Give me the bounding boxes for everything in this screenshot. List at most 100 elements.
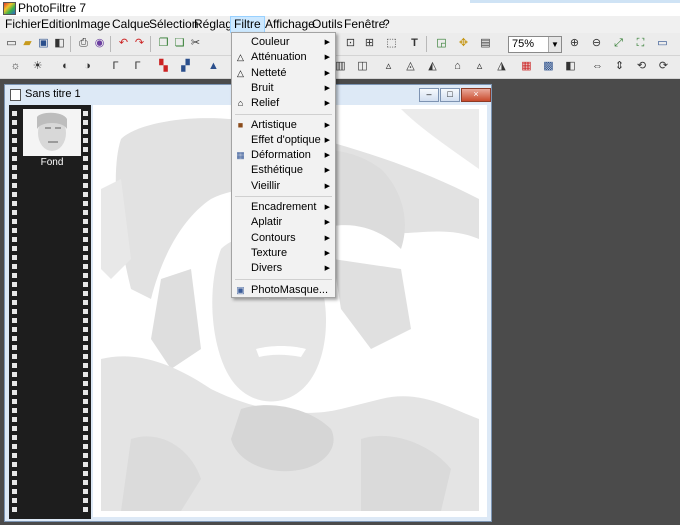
sharpen-icon[interactable]: ◭: [425, 59, 440, 74]
filter-menu-item-bruit[interactable]: Bruit ▶: [232, 81, 335, 96]
film-perforation: [83, 417, 88, 422]
film-perforation: [83, 507, 88, 512]
film-perforation: [83, 354, 88, 359]
text-tool-icon[interactable]: T: [407, 36, 422, 51]
emboss-icon[interactable]: ▵: [472, 59, 487, 74]
filter-menu-item-d-formation[interactable]: ▦ Déformation ▶: [232, 148, 335, 163]
film-perforation: [12, 246, 17, 251]
filter-menu-item-encadrement[interactable]: Encadrement ▶: [232, 200, 335, 215]
filter-menu-item-label: Atténuation: [251, 51, 307, 64]
zoom-in-icon[interactable]: ⊕: [567, 36, 582, 51]
submenu-arrow-icon: ▶: [324, 167, 330, 175]
filter-menu-item-aplatir[interactable]: Aplatir ▶: [232, 215, 335, 230]
layer-thumbnail[interactable]: [23, 109, 81, 156]
film-perforation: [12, 507, 17, 512]
film-perforation: [12, 273, 17, 278]
fullscreen-icon[interactable]: ▭: [655, 36, 670, 51]
filter-menu-item-couleur[interactable]: Couleur ▶: [232, 35, 335, 50]
brightness-plus-icon[interactable]: ☼: [8, 59, 23, 74]
contrast-minus-icon[interactable]: ◑: [80, 59, 95, 74]
blur-icon[interactable]: ▵: [381, 59, 396, 74]
paste-icon[interactable]: ❏: [172, 36, 187, 51]
filter-menu-item-texture[interactable]: Texture ▶: [232, 246, 335, 261]
maximize-button[interactable]: □: [440, 88, 460, 102]
redo-icon[interactable]: ↷: [132, 36, 147, 51]
levels-icon[interactable]: ▲: [206, 59, 221, 74]
menu-filtre[interactable]: Filtre: [230, 16, 265, 33]
film-perforation: [83, 426, 88, 431]
save-icon[interactable]: ▣: [36, 36, 51, 51]
close-button[interactable]: ×: [461, 88, 491, 102]
gamma-plus-icon[interactable]: Γ: [108, 59, 123, 74]
color-palette-icon[interactable]: ▦: [519, 59, 534, 74]
chevron-down-icon[interactable]: ▼: [548, 37, 561, 52]
layer-icon[interactable]: ◲: [434, 36, 449, 51]
fit-window-icon[interactable]: ⤢: [611, 36, 626, 51]
film-perforation: [83, 309, 88, 314]
menu-image[interactable]: Image: [74, 17, 113, 32]
open-folder-icon[interactable]: ▰: [20, 36, 35, 51]
canvas-size-icon[interactable]: ⊞: [362, 36, 377, 51]
filter-menu-item-relief[interactable]: ⌂ Relief ▶: [232, 96, 335, 111]
flip-vertical-icon[interactable]: ⇕: [612, 59, 627, 74]
print-icon[interactable]: ⎙: [76, 36, 91, 51]
film-perforation: [12, 210, 17, 215]
film-perforation: [12, 498, 17, 503]
filter-menu-item-artistique[interactable]: ■ Artistique ▶: [232, 118, 335, 133]
soften-icon[interactable]: ◬: [403, 59, 418, 74]
texture-icon[interactable]: ◮: [494, 59, 509, 74]
film-perforation: [12, 453, 17, 458]
zoom-out-icon[interactable]: ⊖: [589, 36, 604, 51]
triangle-icon: △: [237, 67, 244, 78]
minimize-button[interactable]: –: [419, 88, 439, 102]
film-perforation: [12, 264, 17, 269]
saturation-minus-icon[interactable]: ▞: [178, 59, 193, 74]
grayscale-icon[interactable]: ◫: [355, 59, 370, 74]
gradient-icon[interactable]: ▩: [541, 59, 556, 74]
photomask-icon: ▣: [236, 284, 245, 295]
filter-menu-item-effet-d-optique[interactable]: Effet d'optique ▶: [232, 133, 335, 148]
undo-icon[interactable]: ↶: [116, 36, 131, 51]
filter-menu-item-nettet[interactable]: △ Netteté ▶: [232, 66, 335, 81]
gamma-minus-icon[interactable]: Γ: [130, 59, 145, 74]
submenu-arrow-icon: ▶: [324, 54, 330, 62]
menu-help[interactable]: ?: [380, 17, 393, 32]
relief-icon[interactable]: ⌂: [450, 59, 465, 74]
mail-icon[interactable]: ◉: [92, 36, 107, 51]
filter-menu-item-att-nuation[interactable]: △ Atténuation ▶: [232, 50, 335, 65]
copy-icon[interactable]: ❐: [156, 36, 171, 51]
selection-icon[interactable]: ⬚: [384, 36, 399, 51]
filter-menu-item-contours[interactable]: Contours ▶: [232, 231, 335, 246]
zoom-select[interactable]: 75% ▼: [508, 36, 562, 53]
scanner-icon[interactable]: ◧: [52, 36, 67, 51]
rotate-left-icon[interactable]: ⟲: [634, 59, 649, 74]
film-perforation: [12, 345, 17, 350]
mirror-icon[interactable]: ◧: [563, 59, 578, 74]
filter-menu-item-esth-tique[interactable]: Esthétique ▶: [232, 163, 335, 178]
frame-icon[interactable]: ▤: [478, 36, 493, 51]
image-size-icon[interactable]: ⊡: [343, 36, 358, 51]
film-perforation: [12, 219, 17, 224]
filter-menu-item-divers[interactable]: Divers ▶: [232, 261, 335, 276]
flip-horizontal-icon[interactable]: ⇔: [590, 59, 605, 74]
filter-menu-item-photomasque[interactable]: ▣ PhotoMasque...: [232, 283, 335, 298]
brightness-minus-icon[interactable]: ☀: [30, 59, 45, 74]
film-perforation: [83, 210, 88, 215]
contrast-plus-icon[interactable]: ◐: [58, 59, 73, 74]
cut-icon[interactable]: ✂: [188, 36, 203, 51]
menu-bar: Fichier Edition Image Calque Sélection R…: [0, 16, 680, 33]
film-perforation: [83, 408, 88, 413]
new-file-icon[interactable]: ▭: [4, 36, 19, 51]
saturation-plus-icon[interactable]: ▚: [156, 59, 171, 74]
rotate-right-icon[interactable]: ⟳: [656, 59, 671, 74]
relief-icon: ⌂: [237, 98, 244, 109]
film-perforation: [83, 399, 88, 404]
film-perforation: [83, 327, 88, 332]
actual-size-icon[interactable]: ⛶: [633, 36, 648, 51]
film-perforation: [83, 138, 88, 143]
filter-menu-item-vieillir[interactable]: Vieillir ▶: [232, 179, 335, 194]
filter-dropdown-menu: Couleur ▶ △ Atténuation ▶ △ Netteté ▶ Bruit ▶ ⌂ Rel…: [231, 32, 336, 298]
menu-separator: [235, 196, 332, 197]
puzzle-icon[interactable]: ✥: [456, 36, 471, 51]
filter-menu-item-label: Divers: [251, 262, 283, 275]
